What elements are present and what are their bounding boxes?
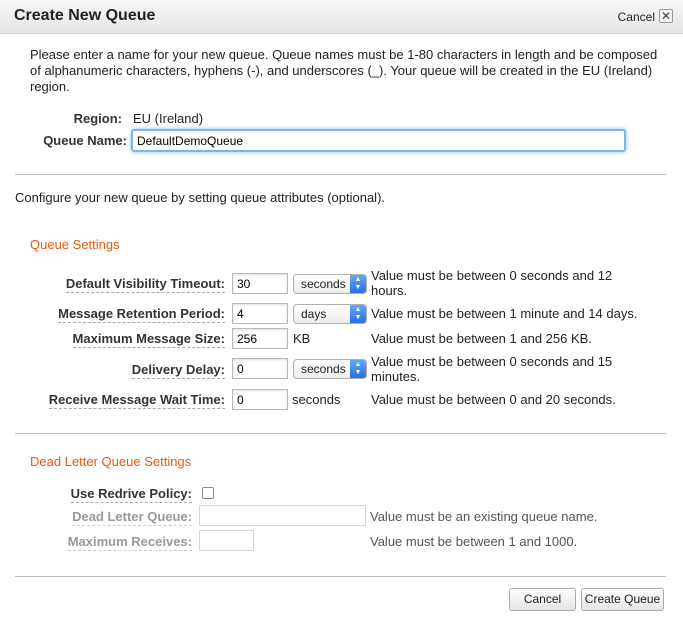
queue-settings-title: Queue Settings: [30, 237, 120, 252]
redrive-policy-label: Use Redrive Policy:: [70, 486, 192, 503]
max-message-size-label: Maximum Message Size:: [72, 331, 225, 348]
dead-letter-settings-title: Dead Letter Queue Settings: [30, 454, 192, 469]
max-message-size-input[interactable]: [232, 328, 288, 349]
dialog-title: Create New Queue: [14, 7, 156, 24]
visibility-timeout-input[interactable]: [232, 273, 288, 294]
cancel-button[interactable]: Cancel: [509, 588, 576, 611]
intro-text: Please enter a name for your new queue. …: [30, 47, 658, 94]
chevron-updown-icon: ▲ ▼: [350, 360, 366, 378]
visibility-timeout-label: Default Visibility Timeout:: [65, 276, 225, 293]
chevron-updown-icon: ▲ ▼: [350, 275, 366, 293]
max-receives-input[interactable]: [199, 530, 254, 551]
visibility-timeout-unit: seconds: [301, 277, 346, 291]
dead-letter-queue-hint: Value must be an existing queue name.: [370, 509, 598, 524]
max-receives-label: Maximum Receives:: [67, 534, 192, 551]
retention-period-input[interactable]: [232, 303, 288, 324]
visibility-timeout-hint: Value must be between 0 seconds and 12 h…: [371, 268, 613, 298]
receive-wait-time-label: Receive Message Wait Time:: [48, 392, 225, 409]
receive-wait-time-input[interactable]: [232, 389, 288, 410]
region-label: Region:: [73, 111, 122, 126]
retention-period-hint: Value must be between 1 minute and 14 da…: [371, 306, 638, 321]
max-message-size-hint: Value must be between 1 and 256 KB.: [371, 331, 592, 346]
receive-wait-time-hint: Value must be between 0 and 20 seconds.: [371, 392, 616, 407]
create-queue-button[interactable]: Create Queue: [581, 588, 664, 611]
max-receives-hint: Value must be between 1 and 1000.: [370, 534, 578, 549]
close-icon[interactable]: ✕: [659, 9, 673, 23]
retention-period-unit-select[interactable]: days ▲ ▼: [293, 304, 367, 324]
chevron-updown-icon: ▲ ▼: [350, 305, 366, 323]
delivery-delay-input[interactable]: [232, 358, 288, 379]
dialog-titlebar: Create New Queue Cancel ✕: [0, 0, 683, 34]
divider-bottom: [15, 576, 666, 577]
divider-middle: [15, 433, 666, 434]
divider-top: [15, 174, 666, 175]
delivery-delay-unit: seconds: [301, 362, 346, 376]
receive-wait-time-unit: seconds: [292, 392, 341, 407]
queue-name-label: Queue Name:: [43, 133, 127, 148]
delivery-delay-hint: Value must be between 0 seconds and 15 m…: [371, 354, 613, 384]
retention-period-unit: days: [301, 307, 327, 321]
dead-letter-queue-input[interactable]: [199, 505, 366, 526]
titlebar-cancel-link[interactable]: Cancel: [618, 10, 655, 24]
visibility-timeout-unit-select[interactable]: seconds ▲ ▼: [293, 274, 367, 294]
queue-name-input[interactable]: [131, 129, 626, 152]
max-message-size-unit: KB: [293, 331, 311, 346]
redrive-policy-checkbox[interactable]: [202, 487, 214, 499]
delivery-delay-unit-select[interactable]: seconds ▲ ▼: [293, 359, 367, 379]
retention-period-label: Message Retention Period:: [58, 306, 225, 323]
configure-note: Configure your new queue by setting queu…: [15, 190, 386, 205]
delivery-delay-label: Delivery Delay:: [131, 362, 225, 379]
dead-letter-queue-label: Dead Letter Queue:: [72, 509, 192, 526]
region-value: EU (Ireland): [133, 111, 204, 126]
